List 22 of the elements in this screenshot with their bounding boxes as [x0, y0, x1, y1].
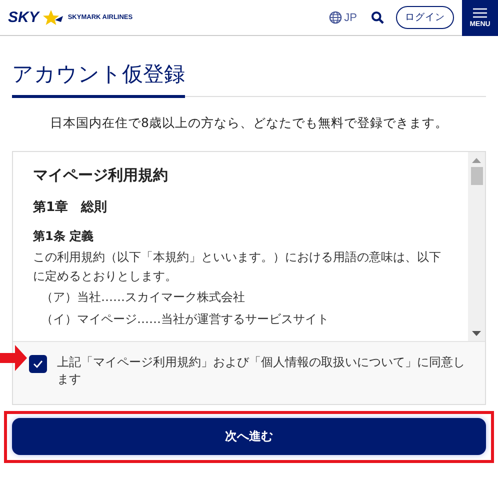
article-heading: 第1条 定義 [33, 228, 95, 246]
login-button[interactable]: ログイン [396, 6, 454, 29]
terms-heading: マイページ利用規約 [33, 165, 169, 186]
page-title: アカウント仮登録 [12, 62, 185, 98]
agree-checkbox[interactable] [29, 355, 47, 374]
scroll-down-icon[interactable] [472, 331, 481, 338]
chapter-heading: 第1章 総則 [33, 198, 108, 216]
language-link[interactable]: JP [344, 12, 357, 24]
annotation-arrow [0, 345, 27, 371]
scroll-thumb[interactable] [470, 167, 482, 186]
terms-paragraph: この利用規約（以下「本規約」といいます。）における用語の意味は、以下に定めるとおりとします。 [33, 249, 442, 286]
definition-item: （ア）当社……スカイマーク株式会社 [40, 289, 246, 306]
logo-mark[interactable]: SKY [8, 9, 39, 26]
intro-text: 日本国内在住で8歳以上の方なら、どなたでも無料で登録できます。 [49, 115, 449, 132]
scrollbar[interactable] [468, 152, 485, 342]
star-icon [40, 10, 63, 26]
globe-icon[interactable] [329, 11, 342, 24]
check-icon [33, 360, 43, 368]
search-icon[interactable] [371, 11, 384, 24]
menu-icon [473, 8, 487, 18]
definition-item: （イ）マイページ……当社が運営するサービスサイト [40, 311, 330, 328]
next-button[interactable]: 次へ進む [12, 418, 486, 456]
